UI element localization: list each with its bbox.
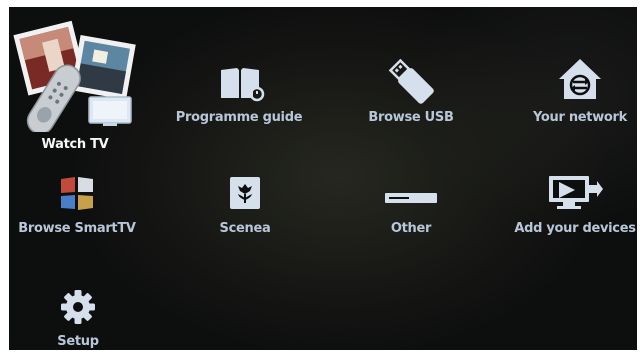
your-network-label: Your network (532, 110, 628, 125)
usb-stick-icon (388, 58, 434, 104)
menu-item-your-network[interactable]: Your network (524, 57, 636, 132)
browse-usb-label: Browse USB (368, 110, 454, 125)
menu-item-add-your-devices[interactable]: Add your devices (513, 172, 637, 245)
gear-icon (61, 290, 95, 324)
scenea-label: Scenea (219, 221, 271, 236)
add-device-icon (549, 176, 603, 209)
menu-item-browse-smarttv[interactable]: Browse SmartTV (13, 175, 141, 245)
browse-smarttv-label: Browse SmartTV (18, 221, 136, 236)
add-your-devices-label: Add your devices (514, 221, 636, 236)
setup-label: Setup (57, 334, 99, 349)
tv-remote-photos-icon (13, 20, 136, 132)
home-menu-screen: Watch TV Programme guide Browse USB Your… (9, 7, 637, 350)
device-box-icon (385, 193, 437, 203)
menu-item-watch-tv[interactable]: Watch TV (13, 17, 137, 157)
watch-tv-label: Watch TV (41, 137, 109, 152)
network-house-icon (559, 59, 601, 99)
menu-item-other[interactable]: Other (371, 187, 451, 245)
flower-icon (230, 177, 260, 209)
smarttv-flag-icon (61, 177, 93, 210)
menu-item-browse-usb[interactable]: Browse USB (359, 57, 463, 132)
book-icon (221, 68, 265, 102)
programme-guide-label: Programme guide (175, 110, 303, 125)
menu-item-setup[interactable]: Setup (43, 289, 113, 349)
other-label: Other (390, 221, 432, 236)
menu-item-scenea[interactable]: Scenea (199, 175, 291, 245)
menu-item-programme-guide[interactable]: Programme guide (175, 62, 303, 132)
